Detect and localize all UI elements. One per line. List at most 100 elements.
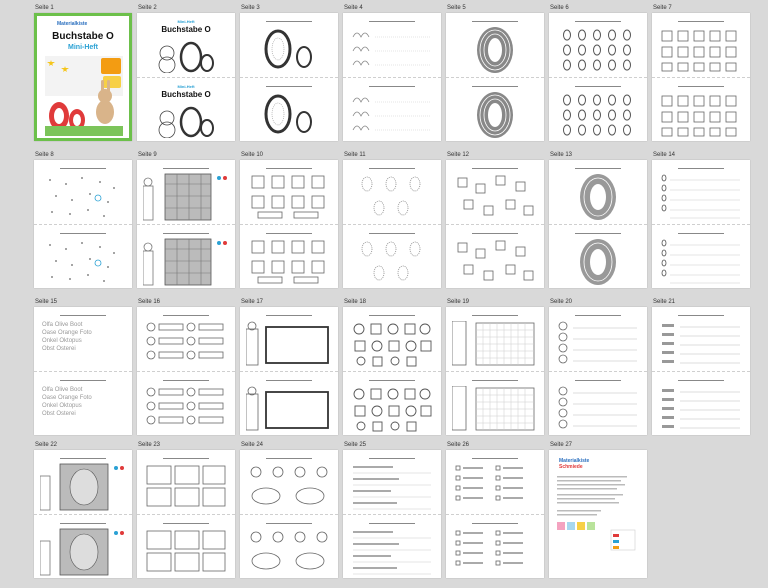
page-thumb-23[interactable]: Seite 23 — [137, 441, 240, 587]
page-thumb-22[interactable]: Seite 22 — [34, 441, 137, 587]
dotted-o-icon — [361, 241, 421, 281]
page-label: Seite 25 — [344, 442, 367, 448]
page-thumb-7[interactable]: Seite 7 — [652, 4, 755, 150]
picture-bubbles-icon — [250, 531, 328, 570]
page-thumb-6[interactable]: Seite 6 — [549, 4, 652, 150]
page-thumb-3[interactable]: Seite 3 — [240, 4, 343, 150]
page-label: Seite 20 — [550, 299, 573, 305]
page-row-2: Seite 8 Seite 9 Seite 10 Seite 11 Seite … — [0, 151, 768, 297]
page-label: Seite 3 — [241, 5, 260, 11]
page-thumb-21[interactable]: Seite 21 — [652, 298, 755, 444]
picture-cluster-icon — [353, 388, 432, 432]
picture-sort-icon — [251, 175, 325, 219]
info-text-icon — [557, 476, 636, 551]
trace-o-icon — [264, 29, 312, 69]
cover-subtitle: Mini-Heft — [68, 44, 98, 51]
page-2: Mini-Heft Buchstabe O Mini-Heft Buchstab… — [137, 13, 235, 141]
page-thumb-8[interactable]: Seite 8 — [34, 151, 137, 297]
page-label: Seite 17 — [241, 299, 264, 305]
page-label: Seite 24 — [241, 442, 264, 448]
page-thumb-13[interactable]: Seite 13 — [549, 151, 652, 297]
page-21 — [652, 307, 750, 435]
page-13 — [549, 160, 647, 288]
page-row-4: Seite 22 Seite 23 Seite 24 Seite 25 Seit… — [0, 441, 768, 587]
page-18 — [343, 307, 441, 435]
dotted-o-icon — [361, 176, 421, 216]
page-5 — [446, 13, 544, 141]
cover-page: Materialkiste Buchstabe O Mini-Heft — [34, 13, 132, 141]
page-11 — [343, 160, 441, 288]
page-label: Seite 7 — [653, 5, 672, 11]
word-lines-icon — [662, 389, 740, 429]
brand-name: Materialkiste — [57, 21, 88, 27]
picture-grid-icon — [661, 95, 737, 137]
draw-boxes-icon — [146, 530, 226, 572]
page-thumb-11[interactable]: Seite 11 — [343, 151, 446, 297]
word-list: Olfa Olive Boot Oase Orange Foto Onkel O… — [42, 387, 92, 417]
page-thumb-18[interactable]: Seite 18 — [343, 298, 446, 444]
picture-word-lines-icon — [558, 321, 637, 364]
page-label: Seite 18 — [344, 299, 367, 305]
page-label: Seite 9 — [138, 152, 157, 158]
page-27: Materialkiste Schmiede — [549, 450, 647, 578]
page-thumb-14[interactable]: Seite 14 — [652, 151, 755, 297]
rabbit-o-illustration — [158, 41, 214, 73]
page-22 — [34, 450, 132, 578]
page-thumb-17[interactable]: Seite 17 — [240, 298, 343, 444]
page-thumb-12[interactable]: Seite 12 — [446, 151, 549, 297]
page-thumb-27[interactable]: Seite 27 Materialkiste Schmiede — [549, 441, 652, 587]
page-thumb-16[interactable]: Seite 16 — [137, 298, 240, 444]
page-thumb-5[interactable]: Seite 5 — [446, 4, 549, 150]
maze-o-icon — [580, 239, 616, 285]
writing-lines-icon — [661, 239, 740, 284]
dot-letters-icon — [49, 177, 115, 217]
tracing-lines-icon — [352, 97, 431, 131]
maze-o-icon — [580, 174, 616, 220]
page-label: Seite 12 — [447, 152, 470, 158]
page-thumb-9[interactable]: Seite 9 — [137, 151, 240, 297]
page-thumb-2[interactable]: Seite 2 Mini-Heft Buchstabe O Mini-Heft … — [137, 4, 240, 150]
page-thumb-1[interactable]: Seite 1 Materialkiste Buchstabe O Mini-H… — [34, 4, 137, 150]
page-label: Seite 19 — [447, 299, 470, 305]
page-19 — [446, 307, 544, 435]
page-label: Seite 8 — [35, 152, 54, 158]
page-thumb-25[interactable]: Seite 25 — [343, 441, 446, 587]
page-label: Seite 14 — [653, 152, 676, 158]
word-picture-match-icon — [146, 322, 224, 360]
page-10 — [240, 160, 338, 288]
page-25 — [343, 450, 441, 578]
page-thumb-20[interactable]: Seite 20 — [549, 298, 652, 444]
page-row-3: Seite 15 Olfa Olive Boot Oase Orange Fot… — [0, 298, 768, 444]
page-label: Seite 26 — [447, 442, 470, 448]
sentence-lines-icon — [353, 466, 431, 510]
page-label: Seite 4 — [344, 5, 363, 11]
page-7 — [652, 13, 750, 141]
page-label: Seite 6 — [550, 5, 569, 11]
word-picture-match-icon — [146, 387, 224, 425]
page-thumb-24[interactable]: Seite 24 — [240, 441, 343, 587]
page-thumb-15[interactable]: Seite 15 Olfa Olive Boot Oase Orange Fot… — [34, 298, 137, 444]
picture-cluster-icon — [353, 323, 432, 367]
page-3 — [240, 13, 338, 141]
page-thumb-10[interactable]: Seite 10 — [240, 151, 343, 297]
page-thumb-4[interactable]: Seite 4 — [343, 4, 446, 150]
page-26 — [446, 450, 544, 578]
color-mosaic-icon — [40, 528, 124, 576]
page-6 — [549, 13, 647, 141]
page-label: Seite 5 — [447, 5, 466, 11]
draw-boxes-icon — [146, 465, 226, 507]
letter-boxes-icon — [457, 240, 534, 281]
page-23 — [137, 450, 235, 578]
writing-lines-icon — [661, 174, 740, 219]
page-thumb-26[interactable]: Seite 26 — [446, 441, 549, 587]
page-thumb-19[interactable]: Seite 19 — [446, 298, 549, 444]
page-label: Seite 13 — [550, 152, 573, 158]
brand-logo: Materialkiste Schmiede — [559, 458, 590, 470]
page-14 — [652, 160, 750, 288]
page-row-1: Seite 1 Materialkiste Buchstabe O Mini-H… — [0, 4, 768, 150]
trace-o-icon — [264, 94, 312, 134]
picture-word-lines-icon — [558, 386, 637, 429]
page-label: Seite 10 — [241, 152, 264, 158]
checkbox-list-icon — [455, 465, 523, 501]
page2-title: Buchstabe O — [161, 90, 211, 99]
